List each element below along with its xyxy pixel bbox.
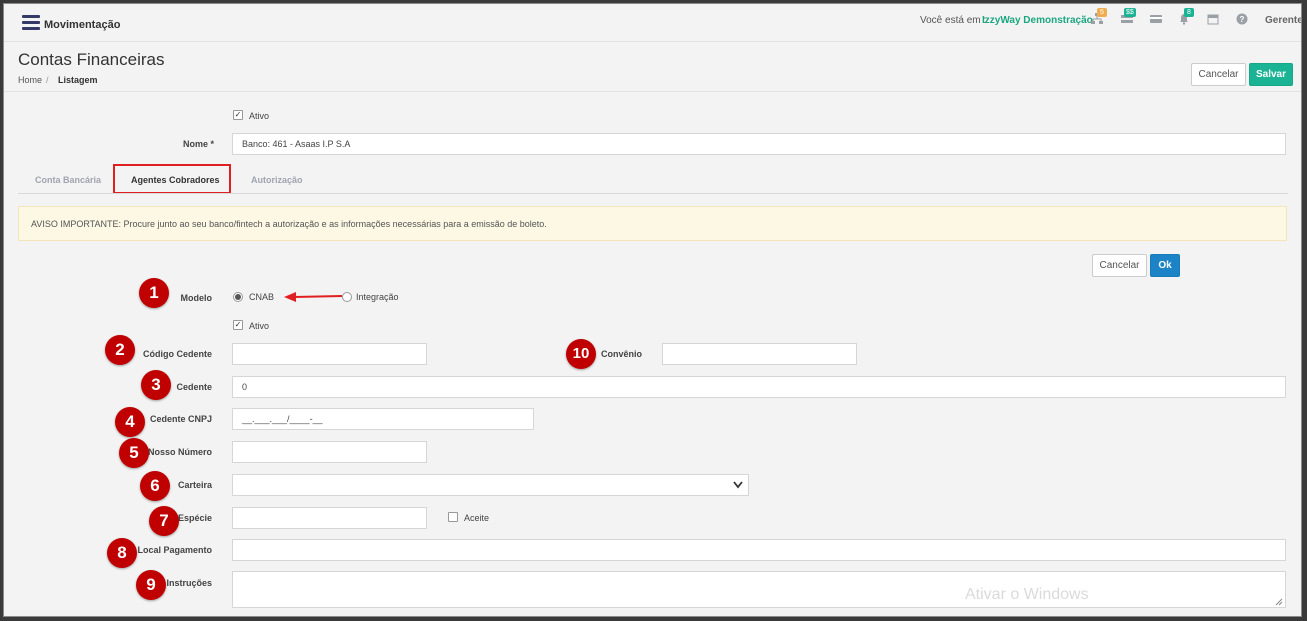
nome-input[interactable]: Banco: 461 - Asaas I.P S.A xyxy=(232,133,1286,155)
marker-5: 5 xyxy=(119,438,149,468)
calendar-icon[interactable] xyxy=(1206,13,1220,27)
top-bar: Movimentação Você está em : IzzyWay Demo… xyxy=(4,4,1301,42)
header-cancel-button[interactable]: Cancelar xyxy=(1191,63,1246,86)
tab-autorizacao[interactable]: Autorização xyxy=(251,175,303,185)
location-label: Você está em : xyxy=(920,15,987,26)
modelo-cnab-radio[interactable] xyxy=(233,292,243,302)
marker-6: 6 xyxy=(140,471,170,501)
codigo-cedente-label: Código Cedente xyxy=(143,349,212,359)
codigo-cedente-input[interactable] xyxy=(232,343,427,365)
module-title: Movimentação xyxy=(44,19,121,31)
agent-ativo-label: Ativo xyxy=(249,321,270,331)
tab-agentes-cobradores[interactable]: Agentes Cobradores xyxy=(131,175,220,185)
chevron-down-icon[interactable] xyxy=(733,481,743,489)
local-pagamento-input[interactable] xyxy=(232,539,1286,561)
aceite-checkbox[interactable] xyxy=(448,512,458,522)
header-divider xyxy=(4,91,1301,92)
marker-4: 4 xyxy=(115,407,145,437)
ok-button[interactable]: Ok xyxy=(1150,254,1180,277)
especie-input[interactable] xyxy=(232,507,427,529)
nosso-numero-input[interactable] xyxy=(232,441,427,463)
carteira-select[interactable] xyxy=(232,474,749,496)
modelo-integracao-label: Integração xyxy=(356,292,399,302)
warning-alert: AVISO IMPORTANTE: Procure junto ao seu b… xyxy=(18,206,1287,241)
arrow-annotation-icon xyxy=(284,292,343,302)
agent-ativo-checkbox[interactable]: ✓ xyxy=(233,320,243,330)
marker-9: 9 xyxy=(136,570,166,600)
modelo-cnab-label: CNAB xyxy=(249,292,275,302)
breadcrumb-current: Listagem xyxy=(58,75,98,85)
windows-activation-watermark: Ativar o Windows xyxy=(965,586,1089,603)
marker-7: 7 xyxy=(149,506,179,536)
marker-2: 2 xyxy=(105,335,135,365)
breadcrumb-home[interactable]: Home xyxy=(18,75,42,85)
help-icon[interactable]: ? xyxy=(1235,13,1249,27)
instrucoes-textarea[interactable] xyxy=(232,571,1286,608)
aceite-label: Aceite xyxy=(464,513,490,523)
resize-handle-icon[interactable] xyxy=(1275,598,1283,606)
save-button[interactable]: Salvar xyxy=(1249,63,1293,86)
marker-3: 3 xyxy=(141,370,171,400)
tab-conta-bancaria[interactable]: Conta Bancária xyxy=(35,175,101,185)
ativo-checkbox[interactable]: ✓ xyxy=(233,110,243,120)
badge-sitemap: 5 xyxy=(1097,8,1107,17)
app-window: Movimentação Você está em : IzzyWay Demo… xyxy=(3,3,1302,617)
tabs-divider xyxy=(18,193,1288,194)
convenio-label: Convênio xyxy=(600,349,642,359)
ativo-label: Ativo xyxy=(249,111,270,121)
marker-1: 1 xyxy=(139,278,169,308)
badge-notifications: 8 xyxy=(1184,8,1194,17)
agent-cancel-button[interactable]: Cancelar xyxy=(1092,254,1147,277)
menu-icon[interactable] xyxy=(22,15,40,30)
convenio-input[interactable] xyxy=(662,343,857,365)
page-title: Contas Financeiras xyxy=(18,50,165,69)
user-menu[interactable]: Gerente xyxy=(1265,15,1301,26)
cedente-input[interactable]: 0 xyxy=(232,376,1286,398)
svg-text:?: ? xyxy=(1240,15,1245,24)
cedente-cnpj-input[interactable]: __.___.___/____-__ xyxy=(232,408,534,430)
company-link[interactable]: IzzyWay Demonstração xyxy=(982,15,1093,26)
marker-10: 10 xyxy=(566,339,596,369)
card-icon[interactable] xyxy=(1149,13,1163,27)
nome-label: Nome * xyxy=(182,139,214,149)
badge-money: $$ xyxy=(1124,8,1136,17)
marker-8: 8 xyxy=(107,538,137,568)
breadcrumb-separator: / xyxy=(46,75,49,85)
